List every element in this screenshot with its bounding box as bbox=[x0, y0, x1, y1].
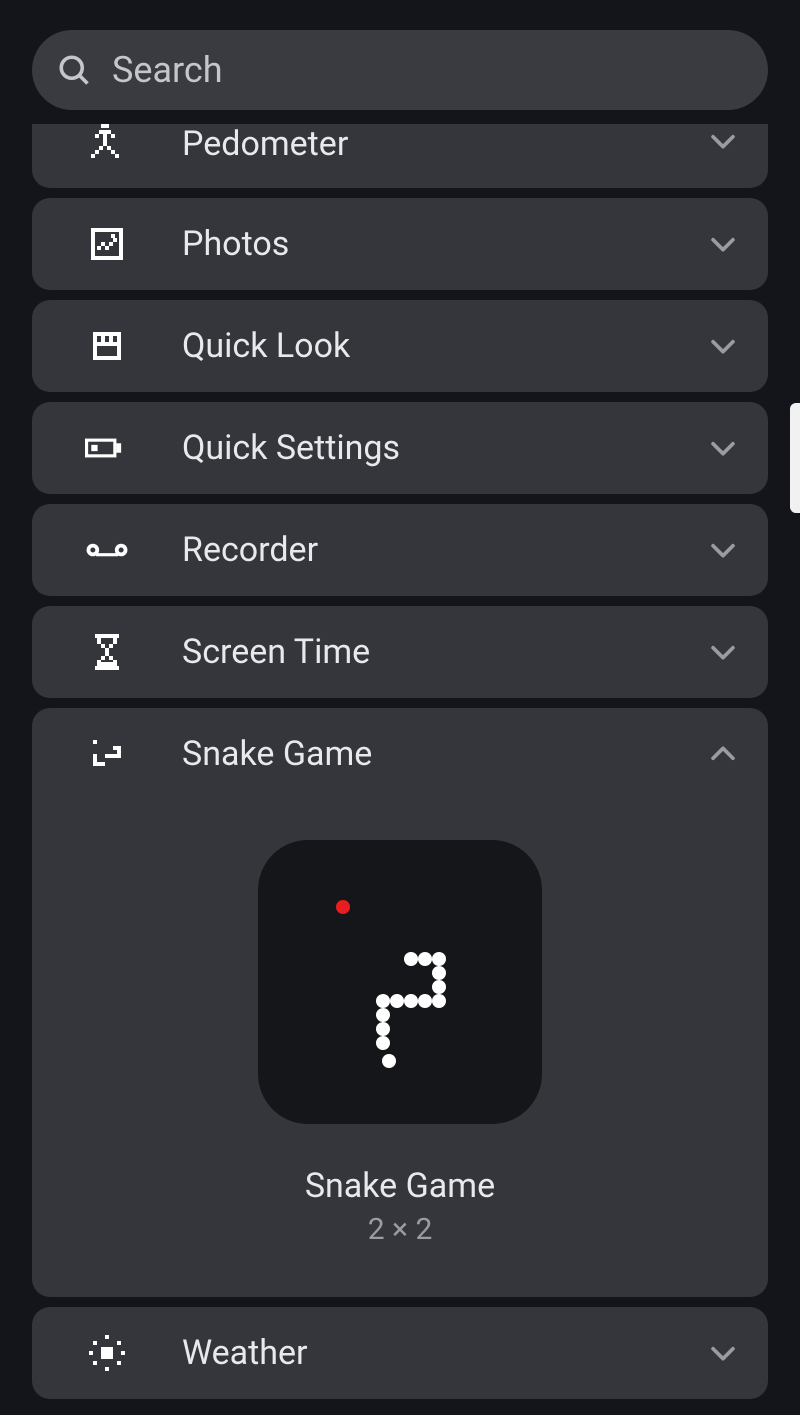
weather-icon bbox=[32, 1333, 182, 1373]
item-label: Weather bbox=[182, 1333, 706, 1373]
chevron-down-icon bbox=[706, 329, 740, 363]
chevron-down-icon bbox=[706, 227, 740, 261]
search-bar[interactable]: Search bbox=[32, 30, 768, 110]
widget-size: 2 × 2 bbox=[368, 1212, 433, 1247]
chevron-down-icon bbox=[706, 635, 740, 669]
item-label: Pedometer bbox=[182, 124, 706, 164]
snake-icon bbox=[32, 734, 182, 774]
screen-time-icon bbox=[32, 632, 182, 672]
list-item-quick-look[interactable]: Quick Look bbox=[32, 300, 768, 392]
chevron-down-icon bbox=[706, 124, 740, 158]
chevron-down-icon bbox=[706, 533, 740, 567]
item-label: Quick Look bbox=[182, 326, 706, 366]
snake-widget-preview[interactable] bbox=[258, 840, 542, 1124]
photos-icon bbox=[32, 224, 182, 264]
chevron-down-icon bbox=[706, 431, 740, 465]
list-item-photos[interactable]: Photos bbox=[32, 198, 768, 290]
chevron-up-icon bbox=[706, 737, 740, 771]
item-label: Photos bbox=[182, 224, 706, 264]
item-label: Snake Game bbox=[182, 734, 706, 774]
item-label: Screen Time bbox=[182, 632, 706, 672]
item-label: Quick Settings bbox=[182, 428, 706, 468]
search-placeholder: Search bbox=[112, 49, 223, 91]
snake-body bbox=[258, 840, 542, 1124]
search-icon bbox=[56, 52, 92, 88]
quick-look-icon bbox=[32, 326, 182, 366]
widget-expanded-content: Snake Game 2 × 2 bbox=[32, 800, 768, 1297]
list-item-recorder[interactable]: Recorder bbox=[32, 504, 768, 596]
list-item-snake-game[interactable]: Snake Game bbox=[32, 708, 768, 1297]
scroll-indicator[interactable] bbox=[790, 403, 800, 513]
chevron-down-icon bbox=[706, 1336, 740, 1370]
list-item-quick-settings[interactable]: Quick Settings bbox=[32, 402, 768, 494]
pedometer-icon bbox=[32, 124, 182, 168]
recorder-icon bbox=[32, 536, 182, 564]
widget-list: Pedometer bbox=[0, 124, 800, 1399]
list-item-screen-time[interactable]: Screen Time bbox=[32, 606, 768, 698]
widget-title: Snake Game bbox=[305, 1166, 495, 1206]
item-label: Recorder bbox=[182, 530, 706, 570]
list-item-pedometer[interactable]: Pedometer bbox=[32, 124, 768, 188]
list-item-weather[interactable]: Weather bbox=[32, 1307, 768, 1399]
quick-settings-icon bbox=[32, 434, 182, 462]
